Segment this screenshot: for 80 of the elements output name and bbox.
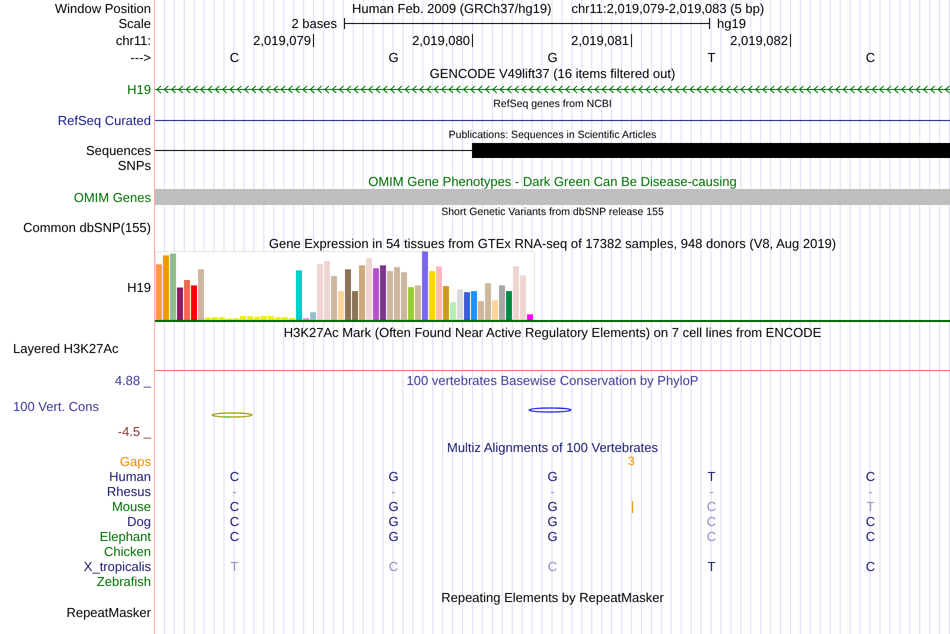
axis-max-label: 4.88 _ [114,373,151,388]
track-label[interactable]: OMIM Genes [74,190,151,204]
species-label[interactable]: Mouse [112,499,151,514]
track-label[interactable]: H19 [127,280,151,295]
track-label[interactable]: H19 [127,82,151,96]
base-letter: C [706,499,716,514]
base-letter: C [388,559,398,574]
row-label: Window Position [54,0,151,16]
base-letter: G [547,50,558,65]
species-label[interactable]: Zebrafish [96,574,151,589]
base-letter: - [709,484,714,499]
species-label[interactable]: X_tropicalis [84,559,151,574]
base-letter: C [866,469,876,484]
axis-min-label: -4.5 _ [118,424,151,439]
track-label[interactable]: Common dbSNP(155) [23,220,151,235]
base-letter: C [706,529,716,544]
track-title: 100 vertebrates Basewise Conservation by PhyloP [406,373,698,388]
track-title: Gene Expression in 54 tissues from GTEx RNA-seq of 17382 samples, 948 donors (V8, Aug 2019) [268,236,836,250]
species-label[interactable]: Dog [127,514,151,529]
scale-assembly-label: hg19 [717,16,746,31]
conservation-score-drawing [528,407,572,413]
track-title: Short Genetic Variants from dbSNP release 155 [441,205,664,220]
track-title: RefSeq genes from NCBI [493,97,612,112]
gap-count: 3 [627,454,635,469]
base-letter: G [388,499,399,514]
coordinate-label: 2,019,080 [412,33,470,48]
base-letter: G [547,529,558,544]
base-letter: G [547,499,558,514]
base-letter: C [230,499,240,514]
row-label: chr11: [116,33,151,48]
base-letter: C [230,514,240,529]
base-letter: C [866,50,876,65]
base-letter: C [706,514,716,529]
species-label[interactable]: Chicken [104,544,151,559]
track-label[interactable]: RepeatMasker [66,605,151,620]
assembly-title: Human Feb. 2009 (GRCh37/hg19) [352,0,552,16]
scale-span-label: 2 bases [291,16,337,31]
track-title: H3K27Ac Mark (Often Found Near Active Regulatory Elements) on 7 cell lines from ENCODE [284,324,822,340]
base-letter: G [388,529,399,544]
coordinate-label: 2,019,081 [571,33,629,48]
coordinate-label: 2,019,079 [253,33,311,48]
track-label[interactable]: 100 Vert. Cons [13,398,99,414]
strand-label[interactable]: ---> [130,50,151,65]
base-letter: T [230,559,238,574]
track-label[interactable]: Layered H3K27Ac [13,341,119,356]
base-letter: C [230,50,240,65]
track-title: Publications: Sequences in Scientific Articles [448,128,656,143]
base-letter: G [547,469,558,484]
base-letter: G [388,50,399,65]
base-letter: T [708,559,716,574]
track-label[interactable]: SNPs [118,158,151,173]
track-title: OMIM Gene Phenotypes - Dark Green Can Be Disease-causing [368,174,737,188]
species-label[interactable]: Elephant [100,529,151,544]
base-letter: - [550,484,555,499]
base-letter: C [230,469,240,484]
base-letter: G [388,469,399,484]
base-letter: C [866,514,876,529]
base-letter: C [230,529,240,544]
base-letter: C [866,559,876,574]
position-range: chr11:2,019,079-2,019,083 (5 bp) [571,0,764,16]
coordinate-label: 2,019,082 [730,33,788,48]
track-label[interactable]: RefSeq Curated [58,112,151,128]
species-label[interactable]: Human [109,469,151,484]
row-label: Scale [118,16,151,31]
base-letter: T [708,469,716,484]
base-letter: C [548,559,558,574]
conservation-score-drawing [211,412,253,418]
track-label[interactable]: Sequences [86,143,151,158]
base-letter: C [866,529,876,544]
base-letter: - [232,484,237,499]
base-letter: T [866,499,874,514]
base-letter: T [708,50,716,65]
track-title: Multiz Alignments of 100 Vertebrates [446,440,658,455]
base-letter: G [547,514,558,529]
track-title: Repeating Elements by RepeatMasker [441,590,664,604]
track-title: GENCODE V49lift37 (16 items filtered out) [430,66,676,80]
species-label[interactable]: Rhesus [106,484,151,499]
base-letter: - [391,484,396,499]
base-letter: G [388,514,399,529]
base-letter: - [868,484,873,499]
